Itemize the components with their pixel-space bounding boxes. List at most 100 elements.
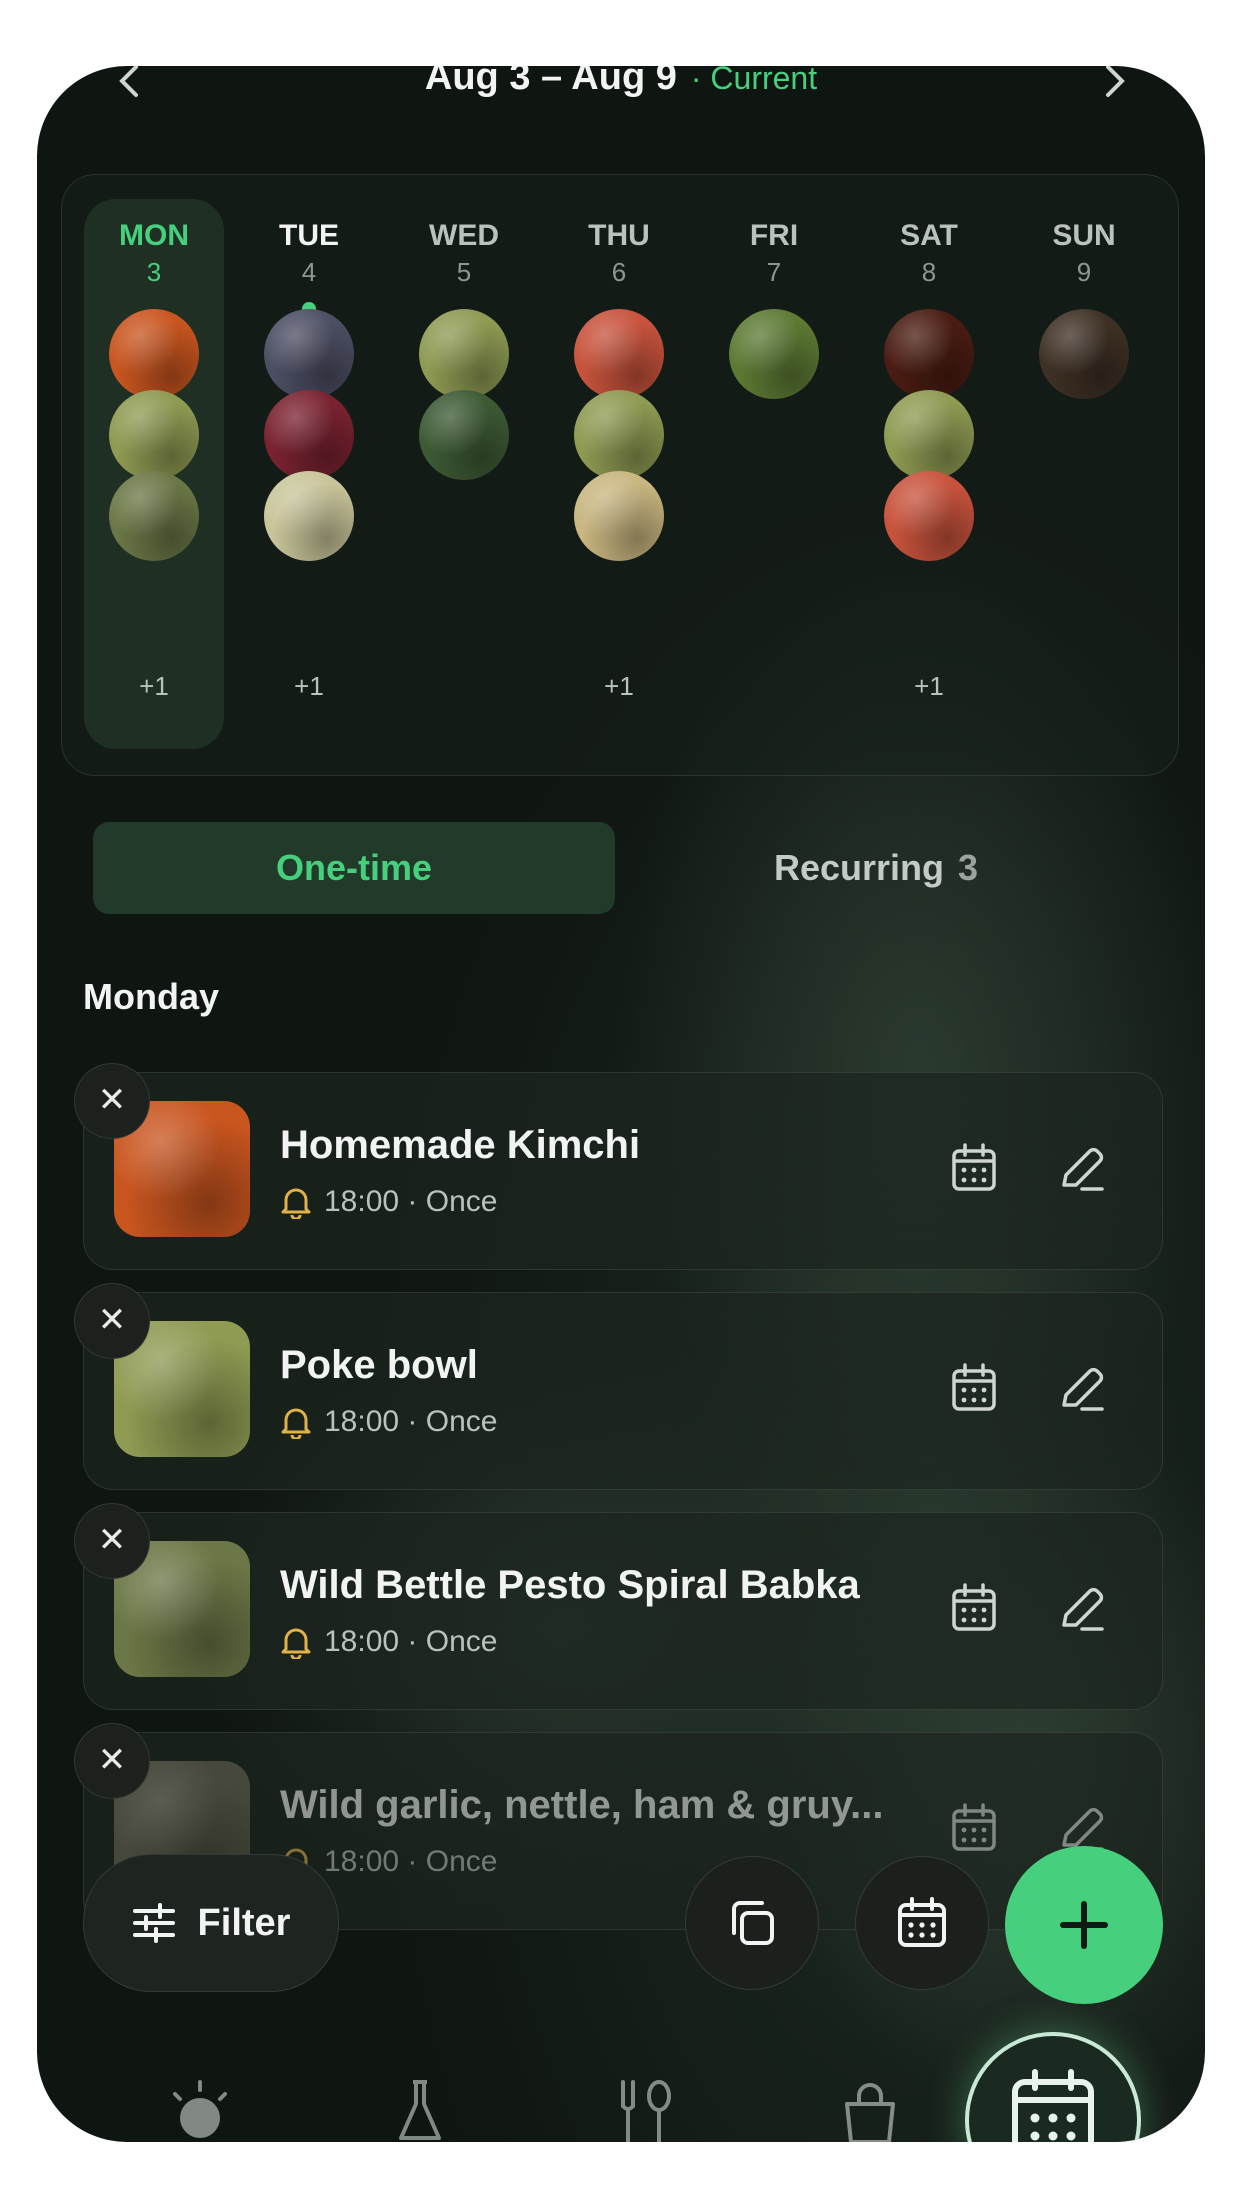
copy-icon [732, 1901, 774, 1945]
poke-bowl-photo[interactable] [109, 390, 199, 480]
meal-reminder: 18:00 · Once [280, 1185, 497, 1219]
day-number: 5 [456, 257, 472, 287]
recurring-count: 3 [958, 847, 979, 888]
meal-card[interactable]: Wild Bettle Pesto Spiral Babka 18:00 · On… [74, 1503, 1163, 1710]
day-name: TUE [279, 219, 339, 252]
day-number: 7 [766, 257, 782, 287]
current-week-badge: · Current [690, 66, 818, 96]
edit-button[interactable] [1052, 1359, 1112, 1419]
tab-recurring[interactable]: Recurring 3 [615, 822, 1137, 914]
day-name: SAT [900, 219, 958, 252]
close-icon: ✕ [97, 1521, 127, 1559]
sliders-icon [132, 1903, 175, 1943]
day-column-wed[interactable]: WED 5 [394, 199, 534, 749]
tab-one-time-label: One-time [275, 847, 433, 888]
sun-icon[interactable] [165, 2076, 235, 2142]
meal-title: Homemade Kimchi [280, 1123, 641, 1167]
poke-bowl-photo[interactable] [884, 390, 974, 480]
tab-one-time[interactable]: One-time [93, 822, 615, 914]
remove-meal-button[interactable]: ✕ [74, 1283, 150, 1359]
calendar-icon [944, 1143, 1004, 1203]
schedule-button[interactable] [855, 1856, 989, 1990]
day-column-tue[interactable]: TUE 4 +1 [239, 199, 379, 749]
meal-card[interactable]: Poke bowl 18:00 · Once ✕ [74, 1283, 1163, 1490]
filter-label: Filter [197, 1901, 291, 1944]
kimchi-photo[interactable] [109, 309, 199, 399]
more-meals-count[interactable]: +1 [239, 671, 379, 702]
broccoli-rice-photo[interactable] [729, 309, 819, 399]
close-icon: ✕ [97, 1741, 127, 1779]
edit-button[interactable] [1052, 1139, 1112, 1199]
day-number: 3 [146, 257, 162, 287]
flask-icon[interactable] [385, 2076, 455, 2142]
meal-reminder: 18:00 · Once [280, 1625, 497, 1659]
remove-meal-button[interactable]: ✕ [74, 1063, 150, 1139]
edit-button[interactable] [1052, 1579, 1112, 1639]
more-meals-count[interactable]: +1 [859, 671, 999, 702]
day-column-sun[interactable]: SUN 9 [1014, 199, 1154, 749]
salad-bowl-photo[interactable] [419, 390, 509, 480]
reschedule-button[interactable] [944, 1139, 1004, 1199]
reschedule-button[interactable] [944, 1799, 1004, 1859]
close-icon: ✕ [97, 1081, 127, 1119]
jars-photo[interactable] [574, 309, 664, 399]
meal-time: 18:00 · Once [324, 1625, 498, 1658]
day-column-sat[interactable]: SAT 8 +1 [859, 199, 999, 749]
meal-title: Wild garlic, nettle, ham & gruy... [280, 1783, 884, 1827]
tab-recurring-label: Recurring [773, 847, 944, 888]
section-day-heading: Monday [83, 976, 220, 1017]
day-column-mon[interactable]: MON 3 +1 [84, 199, 224, 749]
meal-time: 18:00 · Once [324, 1405, 498, 1438]
day-column-fri[interactable]: FRI 7 [704, 199, 844, 749]
week-range-title: Aug 3 – Aug 9 · Current [37, 66, 1205, 99]
poke-bowl-photo[interactable] [419, 309, 509, 399]
action-bar: Filter [37, 1846, 1205, 2004]
week-navigation: Aug 3 – Aug 9 · Current [37, 66, 1205, 116]
day-column-thu[interactable]: THU 6 +1 [549, 199, 689, 749]
greens-plate-photo[interactable] [264, 471, 354, 561]
remove-meal-button[interactable]: ✕ [74, 1503, 150, 1579]
more-meals-count[interactable]: +1 [84, 671, 224, 702]
more-meals-count[interactable]: +1 [549, 671, 689, 702]
shopping-bag-icon[interactable] [835, 2076, 905, 2142]
reschedule-button[interactable] [944, 1359, 1004, 1419]
jars-photo[interactable] [884, 471, 974, 561]
filter-button[interactable]: Filter [83, 1854, 339, 1992]
day-name: WED [429, 219, 499, 252]
remove-meal-button[interactable]: ✕ [74, 1723, 150, 1799]
calendar-icon [944, 1363, 1004, 1423]
reschedule-button[interactable] [944, 1579, 1004, 1639]
day-number: 6 [611, 257, 627, 287]
copy-button[interactable] [685, 1856, 819, 1990]
fork-spoon-icon[interactable] [611, 2076, 681, 2142]
next-week-button[interactable] [1089, 66, 1139, 110]
week-range: Aug 3 – Aug 9 [424, 66, 677, 98]
plus-icon [1060, 1901, 1108, 1949]
poke-bowl-photo[interactable] [574, 390, 664, 480]
cranberry-photo[interactable] [264, 390, 354, 480]
calendar-plan-icon [1012, 2069, 1094, 2142]
golden-milk-photo[interactable] [574, 471, 664, 561]
chevron-right-icon [1106, 66, 1125, 97]
day-name: FRI [749, 219, 799, 252]
day-name: SUN [1052, 219, 1116, 252]
pencil-icon [1052, 1147, 1112, 1203]
bell-icon [281, 1188, 311, 1219]
day-name: THU [588, 219, 650, 252]
week-calendar: MON 3 +1 TUE 4 +1 WED 5 THU 6 +1 FRI 7 SAT 8 +1 SUN 9 [61, 174, 1179, 776]
berry-bowl-photo[interactable] [264, 309, 354, 399]
day-number: 8 [921, 257, 937, 287]
add-meal-button[interactable] [1005, 1846, 1163, 2004]
meal-card[interactable]: Homemade Kimchi 18:00 · Once ✕ [74, 1063, 1163, 1270]
plan-type-tabs: One-time Recurring 3 [93, 822, 1137, 914]
app-screen: Aug 3 – Aug 9 · Current MON 3 +1 TUE 4 +1 WED 5 T… [37, 66, 1205, 2142]
bell-icon [281, 1408, 311, 1439]
day-name: MON [119, 219, 189, 252]
meal-reminder: 18:00 · Once [280, 1405, 497, 1439]
coffee-beans-photo[interactable] [884, 309, 974, 399]
chocolate-photo[interactable] [1039, 309, 1129, 399]
calendar-icon [898, 1897, 946, 1947]
meal-time: 18:00 · Once [324, 1185, 498, 1218]
bell-icon [281, 1628, 311, 1659]
babka-photo[interactable] [109, 471, 199, 561]
